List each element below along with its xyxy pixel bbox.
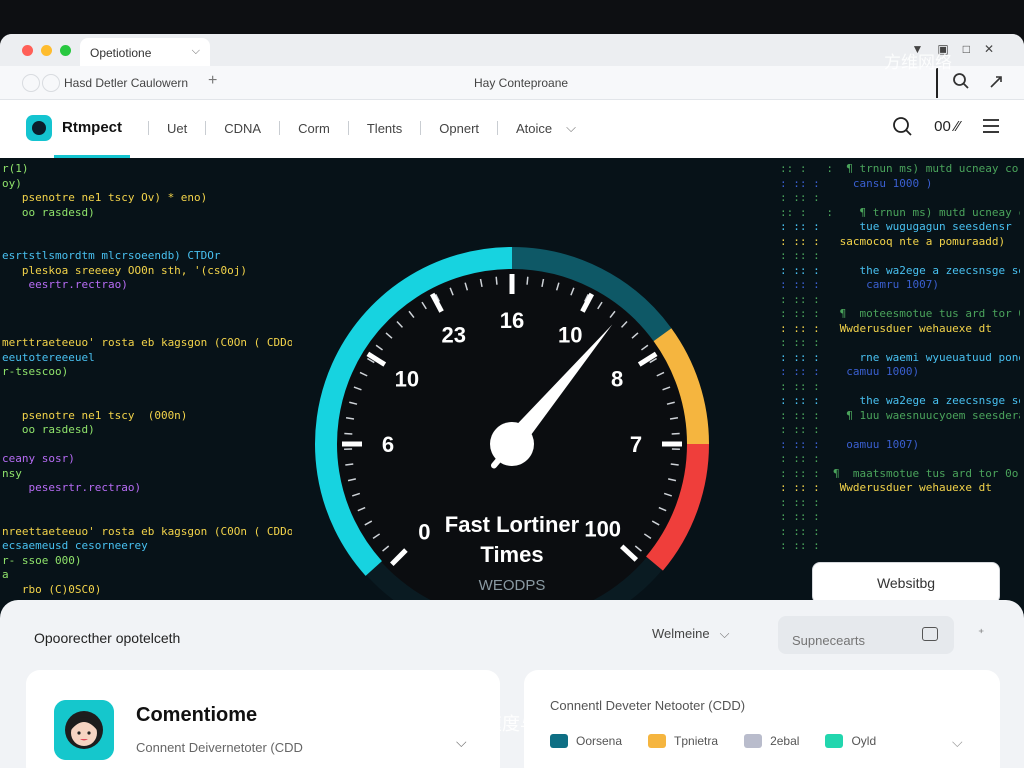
chevron-down-icon[interactable]: ⌵ bbox=[952, 734, 963, 751]
card-subtitle: Connent Deivernetoter (CDD bbox=[136, 740, 303, 755]
gauge-tick-label: 7 bbox=[630, 432, 642, 457]
gauge-subtitle: WEODPS bbox=[479, 577, 546, 594]
nav-separator bbox=[148, 121, 149, 135]
nav-separator bbox=[497, 121, 499, 135]
chevron-down-icon: ⌵ bbox=[719, 626, 730, 641]
nav-separator bbox=[347, 121, 349, 135]
gauge-tick-label: 8 bbox=[611, 366, 623, 391]
logo-icon[interactable] bbox=[26, 115, 52, 141]
website-button[interactable]: Websitbg bbox=[812, 562, 1000, 604]
watermark-text: 方维网络 bbox=[884, 53, 952, 72]
minimize-window-button[interactable] bbox=[41, 45, 52, 56]
share-icon[interactable] bbox=[988, 72, 1006, 90]
search-field-icon[interactable] bbox=[922, 627, 938, 641]
legend-item[interactable]: Oyld bbox=[825, 734, 876, 748]
chevron-down-icon[interactable]: ⌵ bbox=[456, 734, 467, 751]
legend: Oorsena Tpnietra 2ebal Oyld bbox=[550, 734, 876, 748]
browser-window: Opetiotione ⌵ ▼ ▣ □ ✕ Hasd Detler Caulow… bbox=[0, 34, 1024, 768]
legend-item[interactable]: 2ebal bbox=[744, 734, 799, 748]
back-button[interactable] bbox=[22, 74, 40, 92]
legend-swatch bbox=[550, 734, 568, 748]
cdn-card-title: Connentl Deveter Netooter (CDD) bbox=[550, 698, 746, 713]
gauge-tick-label: 100 bbox=[584, 517, 621, 542]
address-bar: Hasd Detler Caulowern + Hay Conteproane bbox=[0, 66, 1024, 100]
gauge-minor-tick bbox=[345, 463, 354, 466]
maximize-window-button[interactable] bbox=[60, 45, 71, 56]
tab-title: Opetiotione bbox=[90, 46, 152, 60]
nav-separator bbox=[279, 121, 281, 135]
nav-item-atoice[interactable]: Atoice bbox=[516, 121, 552, 136]
menu-icon[interactable] bbox=[982, 118, 1000, 134]
chevron-down-icon[interactable]: ⌵ bbox=[566, 120, 576, 136]
tab-close-icon[interactable]: ✕ bbox=[984, 42, 994, 56]
cdn-card: Connentl Deveter Netooter (CDD) Oorsena … bbox=[524, 670, 1000, 768]
nav-separator bbox=[420, 121, 422, 135]
nav-item-corm[interactable]: Corm bbox=[298, 121, 330, 136]
avatar bbox=[54, 700, 114, 760]
nav-item-cdna[interactable]: CDNA bbox=[224, 121, 261, 136]
gauge-tick-label: 16 bbox=[500, 308, 524, 333]
panel-more-icon[interactable]: ⁺ bbox=[978, 626, 984, 640]
forward-button[interactable] bbox=[42, 74, 60, 92]
legend-swatch bbox=[825, 734, 844, 748]
tab-bar: Opetiotione ⌵ ▼ ▣ □ ✕ bbox=[0, 34, 1024, 66]
gauge-minor-tick bbox=[344, 432, 353, 435]
legend-label: Tpnietra bbox=[674, 734, 719, 748]
gauge-minor-tick bbox=[495, 276, 498, 285]
gauge-minor-tick bbox=[670, 463, 679, 466]
browser-tab[interactable]: Opetiotione ⌵ bbox=[80, 38, 210, 66]
legend-label: 2ebal bbox=[770, 734, 800, 748]
search-icon[interactable] bbox=[892, 116, 912, 136]
search-icon[interactable] bbox=[952, 72, 970, 90]
panel-select[interactable]: Welmeine ⌵ bbox=[652, 626, 729, 642]
new-tab-button[interactable]: + bbox=[208, 72, 217, 90]
tab-window-icon[interactable]: □ bbox=[963, 42, 970, 56]
chevron-down-icon[interactable]: ⌵ bbox=[192, 45, 200, 58]
nav-item-opnert[interactable]: Opnert bbox=[439, 121, 479, 136]
hero-banner: r(1) oy) psenotre ne1 tscy Ov) * eno) oo … bbox=[0, 158, 1024, 638]
gauge-tick-label: 10 bbox=[558, 323, 582, 348]
url-field[interactable]: Hay Conteproane bbox=[474, 76, 568, 90]
window-controls bbox=[22, 45, 71, 56]
gauge-title-line1: Fast Lortiner bbox=[445, 512, 580, 537]
nav-status-text[interactable]: 00 ⁄⁄ bbox=[934, 118, 960, 135]
gauge-title-line2: Times bbox=[480, 542, 543, 567]
legend-item[interactable]: Tpnietra bbox=[648, 734, 718, 748]
address-tab-label[interactable]: Hasd Detler Caulowern bbox=[64, 76, 188, 90]
card-title: Comentiome bbox=[136, 704, 258, 726]
gauge-minor-tick bbox=[526, 276, 529, 285]
address-icons bbox=[952, 72, 1006, 90]
close-window-button[interactable] bbox=[22, 45, 33, 56]
legend-label: Oyld bbox=[851, 734, 877, 748]
panel-title: Opoorecther opotelceth bbox=[34, 630, 181, 646]
nav-actions: 00 ⁄⁄ bbox=[892, 116, 1000, 136]
gauge-hub bbox=[490, 422, 534, 466]
gauge-tick-label: 6 bbox=[382, 432, 394, 457]
legend-item[interactable]: Oorsena bbox=[550, 734, 622, 748]
nav-menu: Uet CDNA Corm Tlents Opnert Atoice ⌵ bbox=[148, 120, 576, 136]
nav-item-tlents[interactable]: Tlents bbox=[367, 121, 402, 136]
legend-swatch bbox=[744, 734, 763, 748]
gauge-minor-tick bbox=[671, 432, 680, 435]
legend-label: Oorsena bbox=[576, 734, 623, 748]
brand-name[interactable]: Rtmpect bbox=[62, 119, 122, 136]
nav-item-uet[interactable]: Uet bbox=[167, 121, 187, 136]
overlay-caption: 4. 优化加载速度与性能 bbox=[392, 714, 575, 734]
site-nav: Rtmpect Uet CDNA Corm Tlents Opnert Atoi… bbox=[0, 100, 1024, 158]
legend-swatch bbox=[648, 734, 667, 748]
gauge-tick-label: 23 bbox=[442, 323, 466, 348]
nav-separator bbox=[205, 121, 207, 135]
gauge-tick-label: 10 bbox=[395, 366, 419, 391]
gauge-tick-label: 0 bbox=[418, 520, 430, 545]
panel-select-value: Welmeine bbox=[652, 626, 710, 641]
bottom-panel: Opoorecther opotelceth Welmeine ⌵ ⁺ Comen… bbox=[0, 600, 1024, 768]
